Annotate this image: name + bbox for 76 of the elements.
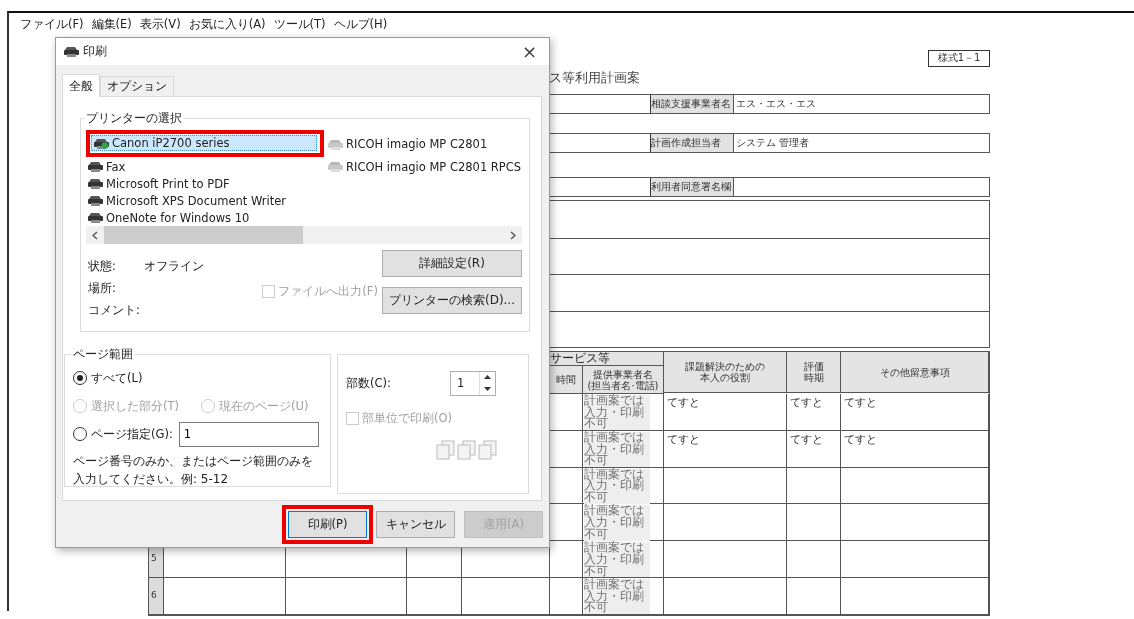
header-cell: 課題解決のための 本人の役割 bbox=[664, 352, 787, 393]
radio-button[interactable] bbox=[73, 427, 87, 441]
menu-item[interactable]: お気に入り(A) bbox=[187, 16, 267, 32]
printer-item[interactable]: OneNote for Windows 10 bbox=[86, 209, 326, 226]
menu-item[interactable]: 編集(E) bbox=[90, 16, 133, 32]
header-cell: その他留意事項 bbox=[841, 352, 989, 393]
table-cell: てすと bbox=[664, 430, 787, 468]
header-cell: 評価 時期 bbox=[787, 352, 841, 393]
printer-icon bbox=[328, 161, 343, 172]
disabled-note: 計画案では入力・印刷不可 bbox=[584, 395, 650, 431]
up-arrow-icon[interactable] bbox=[484, 375, 491, 380]
field-label: 相談支援事業者名 bbox=[651, 95, 734, 113]
printer-icon bbox=[88, 195, 103, 206]
printer-item[interactable]: Fax bbox=[86, 158, 326, 175]
collate-icon bbox=[436, 440, 498, 460]
header-cell: 時間 bbox=[550, 366, 583, 393]
disabled-note: 計画案では入力・印刷不可 bbox=[584, 579, 650, 615]
table-cell bbox=[787, 467, 841, 505]
disabled-note: 計画案では入力・印刷不可 bbox=[584, 542, 650, 578]
row-number: 6 bbox=[149, 578, 164, 615]
radio-label[interactable]: ページ指定(G): bbox=[91, 426, 173, 442]
header-cell: 提供事業者名 (担当者名·電話) bbox=[583, 366, 664, 393]
radio-button[interactable] bbox=[73, 371, 87, 385]
printer-item[interactable]: RICOH imagio MP C2801 RPCS bbox=[326, 158, 522, 175]
field-value: システム 管理者 bbox=[735, 136, 811, 150]
dialog-button[interactable]: 詳細設定(R) bbox=[381, 250, 522, 277]
group-title: プリンターの選択 bbox=[85, 111, 183, 126]
dialog-button[interactable]: プリンターの検索(D)... bbox=[381, 287, 522, 314]
table-cell bbox=[787, 504, 841, 542]
printer-icon bbox=[328, 138, 343, 150]
table-cell: てすと bbox=[664, 394, 787, 431]
scrollbar[interactable] bbox=[86, 226, 522, 244]
copies-spinner[interactable]: 1 bbox=[450, 370, 496, 396]
field-value: エス・エス・エス bbox=[735, 97, 817, 111]
disabled-note: 計画案では入力・印刷不可 bbox=[584, 468, 650, 504]
tab[interactable]: オプション bbox=[100, 76, 174, 96]
status-label: 状態: bbox=[88, 258, 117, 274]
table-cell: てすと bbox=[841, 430, 989, 468]
field-label: 計画作成担当者 bbox=[651, 134, 734, 152]
disabled-note: 計画案では入力・印刷不可 bbox=[584, 431, 650, 467]
page-input[interactable]: 1 bbox=[178, 421, 319, 447]
printer-icon bbox=[94, 137, 109, 149]
form-number: 様式1－1 bbox=[928, 50, 990, 67]
dialog-button[interactable]: キャンセル bbox=[376, 511, 455, 538]
form-title: ス等利用計画案 bbox=[549, 70, 640, 85]
status-value: オフライン bbox=[144, 258, 205, 274]
printer-icon bbox=[88, 178, 103, 189]
printer-icon bbox=[88, 161, 103, 172]
printer-item[interactable]: Microsoft Print to PDF bbox=[86, 175, 326, 192]
printer-item[interactable]: RICOH imagio MP C2801 bbox=[326, 130, 522, 158]
down-arrow-icon[interactable] bbox=[484, 386, 491, 391]
dialog-button[interactable]: 印刷(P) bbox=[288, 511, 367, 538]
radio-label[interactable]: すべて(L) bbox=[91, 370, 143, 386]
printer-item[interactable]: Canon iP2700 series bbox=[91, 135, 317, 151]
table-cell: てすと bbox=[787, 394, 841, 431]
hint-text: ページ番号のみか、またはページ範囲のみを入力してください。例: 5-12 bbox=[73, 453, 314, 488]
menu-item[interactable]: 表示(V) bbox=[138, 16, 182, 32]
copies-label: 部数(C): bbox=[346, 375, 391, 391]
menu-item[interactable]: ヘルプ(H) bbox=[332, 16, 389, 32]
field-label: 利用者同意署名欄 bbox=[651, 178, 734, 196]
group-title: ページ範囲 bbox=[72, 347, 134, 362]
printer-icon bbox=[88, 212, 103, 223]
status-label: コメント: bbox=[88, 302, 141, 318]
printer-icon bbox=[64, 46, 79, 57]
disabled-note: 計画案では入力・印刷不可 bbox=[584, 505, 650, 541]
table-cell bbox=[787, 541, 841, 578]
header-cell: サービス等 bbox=[550, 352, 664, 366]
tab[interactable]: 全般 bbox=[62, 74, 100, 97]
printer-item[interactable]: Microsoft XPS Document Writer bbox=[86, 192, 326, 209]
table-cell: てすと bbox=[787, 430, 841, 468]
dialog-title: 印刷 bbox=[83, 44, 108, 59]
status-label: 場所: bbox=[88, 280, 117, 296]
menu-item[interactable]: ツール(T) bbox=[272, 16, 327, 32]
close-button[interactable]: × bbox=[517, 42, 541, 61]
menu-item[interactable]: ファイル(F) bbox=[19, 16, 85, 32]
table-cell: てすと bbox=[841, 394, 989, 431]
